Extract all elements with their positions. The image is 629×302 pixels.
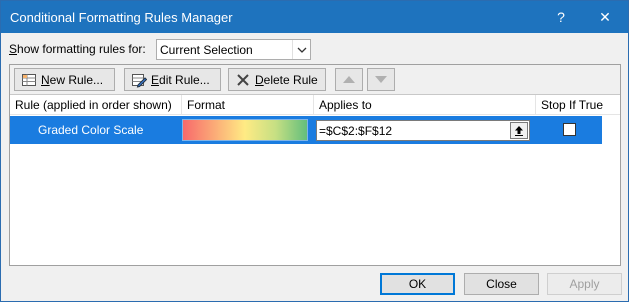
dialog-window: Conditional Formatting Rules Manager ? ✕… bbox=[0, 0, 629, 302]
title-bar: Conditional Formatting Rules Manager ? ✕ bbox=[1, 1, 628, 33]
delete-rule-button[interactable]: Delete Rule bbox=[228, 68, 326, 91]
arrow-up-icon bbox=[343, 76, 355, 83]
ok-button[interactable]: OK bbox=[380, 273, 455, 295]
dialog-title: Conditional Formatting Rules Manager bbox=[10, 9, 233, 25]
apply-button[interactable]: Apply bbox=[547, 273, 622, 295]
table-row[interactable]: Graded Color Scale =$C$2:$F$12 bbox=[10, 116, 602, 144]
show-rules-label: Show formatting rules for: bbox=[9, 42, 146, 56]
chevron-down-icon bbox=[292, 40, 310, 59]
new-rule-button[interactable]: New Rule... bbox=[14, 68, 115, 91]
column-header-format: Format bbox=[182, 95, 314, 115]
collapse-dialog-button[interactable] bbox=[510, 122, 528, 139]
column-header-applies-to: Applies to bbox=[314, 95, 536, 115]
close-icon: ✕ bbox=[599, 8, 611, 25]
show-rules-dropdown[interactable]: Current Selection bbox=[156, 39, 311, 60]
applies-to-value: =$C$2:$F$12 bbox=[319, 123, 393, 138]
rule-name: Graded Color Scale bbox=[38, 123, 144, 137]
column-header-rule: Rule (applied in order shown) bbox=[10, 95, 182, 115]
rules-table-header: Rule (applied in order shown) Format App… bbox=[10, 95, 620, 115]
edit-rule-button[interactable]: Edit Rule... bbox=[124, 68, 221, 91]
move-up-button[interactable] bbox=[335, 68, 363, 91]
stop-if-true-checkbox[interactable] bbox=[563, 123, 576, 136]
rules-panel: New Rule... Edit Rule... Delete Rule Rul… bbox=[9, 64, 621, 266]
collapse-arrow-icon bbox=[515, 126, 523, 136]
rules-toolbar: New Rule... Edit Rule... Delete Rule bbox=[10, 65, 620, 95]
color-scale-preview bbox=[182, 119, 308, 141]
help-icon: ? bbox=[557, 9, 565, 25]
move-down-button[interactable] bbox=[367, 68, 395, 91]
column-header-stop-if-true: Stop If True bbox=[541, 98, 604, 112]
close-button[interactable]: Close bbox=[464, 273, 539, 295]
applies-to-field[interactable]: =$C$2:$F$12 bbox=[316, 120, 530, 141]
delete-x-icon bbox=[235, 72, 251, 88]
close-window-button[interactable]: ✕ bbox=[582, 1, 628, 33]
edit-rule-icon bbox=[131, 72, 148, 88]
arrow-down-icon bbox=[375, 76, 387, 83]
new-rule-icon bbox=[21, 72, 37, 88]
help-button[interactable]: ? bbox=[538, 1, 584, 33]
show-rules-selected: Current Selection bbox=[160, 42, 253, 57]
